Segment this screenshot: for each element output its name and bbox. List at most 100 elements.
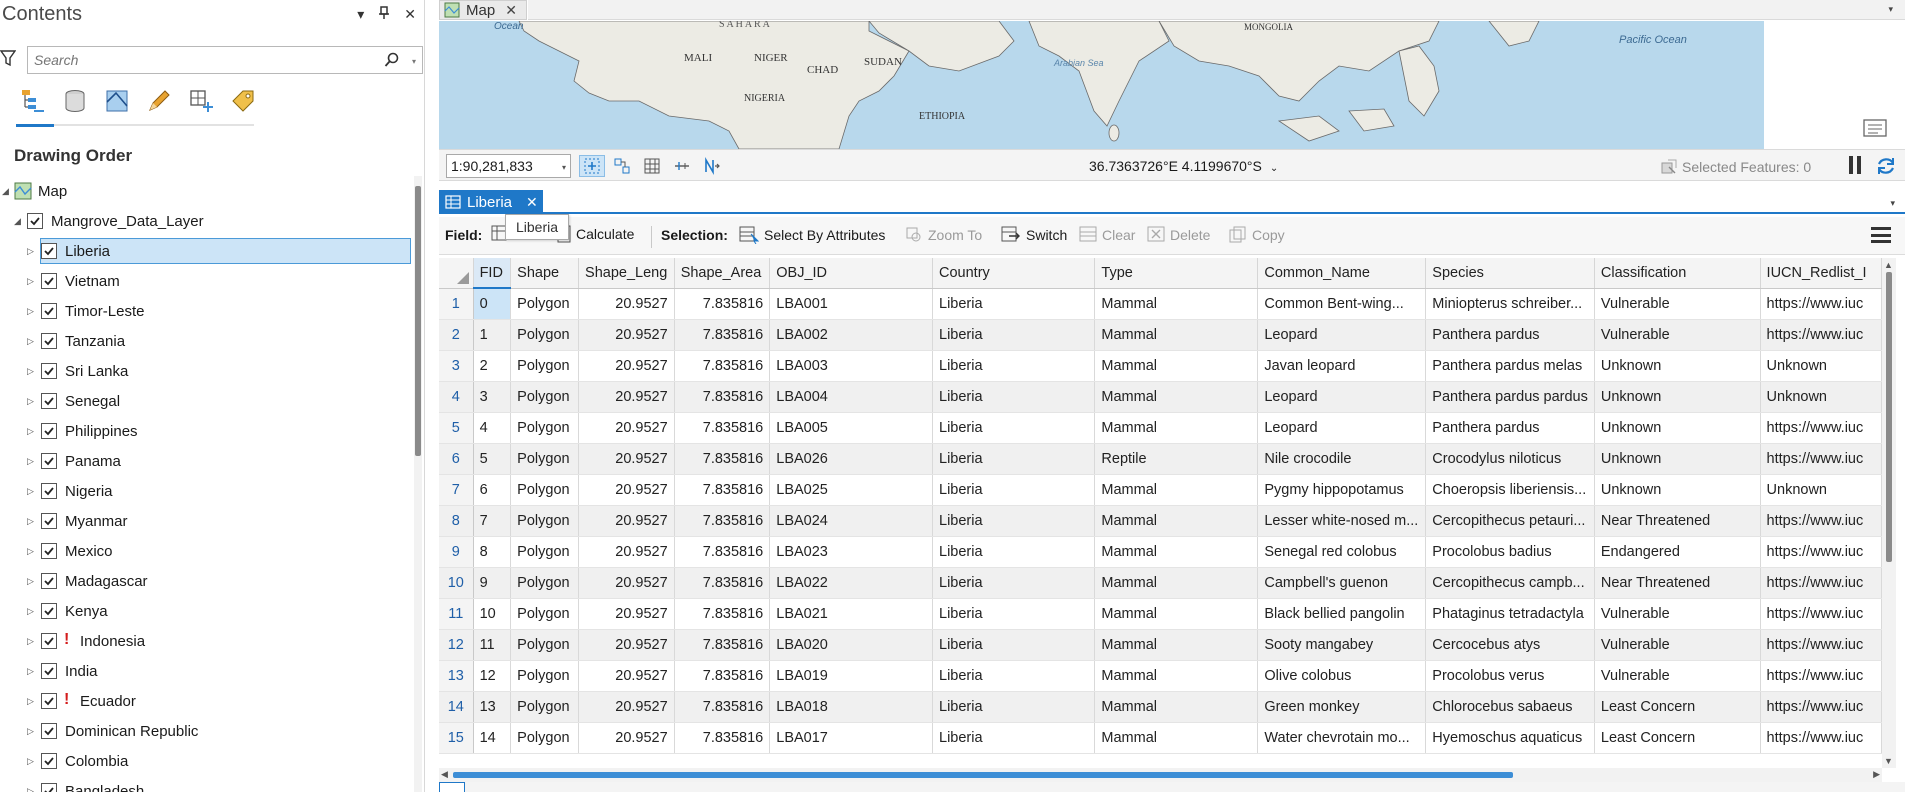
expand-icon[interactable]: ▷ bbox=[27, 516, 34, 527]
table-cell[interactable]: Liberia bbox=[932, 350, 1096, 382]
table-cell[interactable]: Reptile bbox=[1094, 443, 1259, 475]
table-cell[interactable]: Mammal bbox=[1094, 412, 1259, 444]
table-cell[interactable]: LBA018 bbox=[769, 691, 933, 723]
filter-icon[interactable] bbox=[0, 48, 17, 68]
table-cell[interactable]: Polygon bbox=[510, 381, 580, 413]
table-cell[interactable]: 20.9527 bbox=[578, 350, 675, 382]
table-cell[interactable]: Mammal bbox=[1094, 288, 1259, 320]
search-input[interactable] bbox=[34, 51, 374, 69]
tree-row-layer[interactable]: ▷ Senegal bbox=[0, 386, 414, 416]
fixed-zoom-icon[interactable] bbox=[579, 155, 605, 177]
table-cell[interactable]: Sooty mangabey bbox=[1257, 629, 1427, 661]
table-cell[interactable]: LBA024 bbox=[769, 505, 933, 537]
table-cell[interactable]: https://www.iuc bbox=[1760, 319, 1882, 351]
collapse-icon[interactable]: ◢ bbox=[2, 186, 9, 197]
table-cell[interactable]: 6 bbox=[473, 474, 512, 506]
table-cell[interactable]: Polygon bbox=[510, 567, 580, 599]
row-number[interactable]: 14 bbox=[439, 691, 474, 723]
table-row[interactable]: 8 7 Polygon 20.9527 7.835816 LBA024 Liberia Mam… bbox=[439, 505, 1882, 537]
tree-row-layer[interactable]: ▷ Mexico bbox=[0, 536, 414, 566]
table-cell[interactable]: Common Bent-wing... bbox=[1257, 288, 1427, 320]
measure-icon[interactable] bbox=[669, 155, 695, 177]
table-cell[interactable]: Polygon bbox=[510, 288, 580, 320]
table-cell[interactable]: 2 bbox=[473, 350, 512, 382]
table-cell[interactable]: 7.835816 bbox=[674, 536, 771, 568]
table-cell[interactable]: Vulnerable bbox=[1594, 288, 1761, 320]
row-number[interactable]: 15 bbox=[439, 722, 474, 754]
table-cell[interactable]: Polygon bbox=[510, 722, 580, 754]
table-cell[interactable]: 20.9527 bbox=[578, 505, 675, 537]
table-cell[interactable]: 20.9527 bbox=[578, 598, 675, 630]
close-map-tab-icon[interactable]: ✕ bbox=[505, 2, 517, 19]
row-number[interactable]: 6 bbox=[439, 443, 474, 475]
layer-visibility-checkbox[interactable] bbox=[41, 243, 57, 259]
table-cell[interactable]: 7.835816 bbox=[674, 288, 771, 320]
table-menu-icon[interactable] bbox=[1871, 227, 1891, 243]
refresh-icon[interactable] bbox=[1875, 155, 1897, 177]
table-cell[interactable]: 20.9527 bbox=[578, 288, 675, 320]
contents-scrollbar[interactable] bbox=[414, 176, 422, 792]
table-cell[interactable]: 1 bbox=[473, 319, 512, 351]
pin-icon[interactable] bbox=[378, 6, 390, 23]
coordinate-readout[interactable]: 36.7363726°E 4.1199670°S ⌄ bbox=[1089, 158, 1278, 174]
table-cell[interactable]: Choeropsis liberiensis... bbox=[1425, 474, 1595, 506]
table-cell[interactable]: Polygon bbox=[510, 691, 580, 723]
table-cell[interactable]: Liberia bbox=[932, 567, 1096, 599]
column-header[interactable]: Shape bbox=[510, 258, 580, 289]
table-cell[interactable]: Near Threatened bbox=[1594, 505, 1761, 537]
table-cell[interactable]: 7.835816 bbox=[674, 474, 771, 506]
expand-icon[interactable]: ▷ bbox=[27, 336, 34, 347]
pane-menu-icon[interactable]: ▾ bbox=[357, 6, 364, 23]
table-vertical-scrollbar[interactable]: ▲ ▼ bbox=[1882, 258, 1896, 768]
expand-icon[interactable]: ▷ bbox=[27, 756, 34, 767]
table-cell[interactable]: Procolobus verus bbox=[1425, 660, 1595, 692]
table-cell[interactable]: https://www.iuc bbox=[1760, 660, 1882, 692]
row-number[interactable]: 1 bbox=[439, 288, 474, 320]
table-cell[interactable]: 5 bbox=[473, 443, 512, 475]
row-number[interactable]: 11 bbox=[439, 598, 474, 630]
table-cell[interactable]: Panthera pardus bbox=[1425, 319, 1595, 351]
table-cell[interactable]: Polygon bbox=[510, 536, 580, 568]
table-cell[interactable]: 7.835816 bbox=[674, 319, 771, 351]
table-cell[interactable]: Polygon bbox=[510, 505, 580, 537]
layer-visibility-checkbox[interactable] bbox=[41, 783, 57, 792]
table-cell[interactable]: Procolobus badius bbox=[1425, 536, 1595, 568]
table-row[interactable]: 6 5 Polygon 20.9527 7.835816 LBA026 Liberia Rep… bbox=[439, 443, 1882, 475]
layer-visibility-checkbox[interactable] bbox=[41, 573, 57, 589]
layer-visibility-checkbox[interactable] bbox=[41, 333, 57, 349]
table-cell[interactable]: 20.9527 bbox=[578, 319, 675, 351]
collapse-icon[interactable]: ◢ bbox=[14, 216, 21, 227]
expand-icon[interactable]: ▷ bbox=[27, 486, 34, 497]
table-cell[interactable]: Polygon bbox=[510, 350, 580, 382]
table-cell[interactable]: Cercopithecus petauri... bbox=[1425, 505, 1595, 537]
list-by-selection-icon[interactable] bbox=[102, 86, 132, 116]
table-cell[interactable]: Unknown bbox=[1594, 443, 1761, 475]
layer-visibility-checkbox[interactable] bbox=[41, 753, 57, 769]
column-header[interactable]: Classification bbox=[1594, 258, 1761, 289]
select-by-attributes-button[interactable]: Select By Attributes bbox=[739, 226, 885, 244]
column-header[interactable]: IUCN_Redlist_I bbox=[1760, 258, 1882, 289]
tab-list-dropdown-icon[interactable]: ▾ bbox=[1890, 198, 1895, 209]
table-cell[interactable]: Unknown bbox=[1594, 350, 1761, 382]
table-row[interactable]: 15 14 Polygon 20.9527 7.835816 LBA017 Liberia M… bbox=[439, 722, 1882, 754]
table-cell[interactable]: 4 bbox=[473, 412, 512, 444]
layer-visibility-checkbox[interactable] bbox=[41, 663, 57, 679]
tree-row-layer[interactable]: ▷ Madagascar bbox=[0, 566, 414, 596]
table-cell[interactable]: LBA022 bbox=[769, 567, 933, 599]
table-cell[interactable]: 20.9527 bbox=[578, 536, 675, 568]
table-cell[interactable]: LBA023 bbox=[769, 536, 933, 568]
table-cell[interactable]: Mammal bbox=[1094, 381, 1259, 413]
table-cell[interactable]: 20.9527 bbox=[578, 412, 675, 444]
table-cell[interactable]: LBA003 bbox=[769, 350, 933, 382]
tree-row-layer[interactable]: ▷ Timor-Leste bbox=[0, 296, 414, 326]
table-cell[interactable]: Green monkey bbox=[1257, 691, 1427, 723]
scale-selector[interactable]: 1:90,281,833 ▾ bbox=[446, 154, 571, 178]
table-cell[interactable]: https://www.iuc bbox=[1760, 629, 1882, 661]
table-cell[interactable]: Senegal red colobus bbox=[1257, 536, 1427, 568]
table-cell[interactable]: 7.835816 bbox=[674, 412, 771, 444]
table-cell[interactable]: Mammal bbox=[1094, 319, 1259, 351]
table-cell[interactable]: 7.835816 bbox=[674, 381, 771, 413]
table-horizontal-scrollbar[interactable]: ◀ ▶ bbox=[439, 768, 1882, 782]
table-cell[interactable]: LBA021 bbox=[769, 598, 933, 630]
table-cell[interactable]: 11 bbox=[473, 629, 512, 661]
